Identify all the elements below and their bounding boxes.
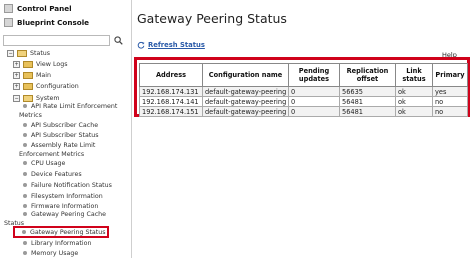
cell-configuration-name: default-gateway-peering bbox=[202, 96, 289, 107]
tree-node-label: Main bbox=[36, 71, 52, 79]
control-panel-link[interactable]: Control Panel bbox=[4, 2, 72, 14]
column-header-replication-offset: Replication offset bbox=[339, 63, 396, 87]
refresh-icon bbox=[137, 41, 145, 49]
search-icon bbox=[114, 36, 123, 45]
cell-link-status: ok bbox=[395, 86, 433, 97]
column-header-pending-updates: Pending updates bbox=[288, 63, 340, 87]
folder-icon bbox=[23, 82, 33, 90]
sidebar-item-label: Library Information bbox=[31, 239, 92, 247]
bullet-icon bbox=[23, 161, 27, 165]
tree-node-configuration[interactable]: + Configuration bbox=[13, 81, 79, 91]
cell-link-status: ok bbox=[395, 106, 433, 117]
navigation-sidebar: Control Panel Blueprint Console − Status… bbox=[0, 0, 132, 258]
tree-node-status[interactable]: − Status bbox=[7, 48, 50, 58]
column-header-configuration-name: Configuration name bbox=[202, 63, 289, 87]
sidebar-item-api-subscriber-cache[interactable]: API Subscriber Cache bbox=[22, 120, 98, 130]
tree-node-label: View Logs bbox=[36, 60, 68, 68]
cell-primary: no bbox=[432, 96, 468, 107]
table-row: 192.168.174.131 default-gateway-peering … bbox=[139, 86, 468, 97]
collapse-toggle[interactable]: − bbox=[13, 94, 20, 102]
sidebar-item-label: API Subscriber Cache bbox=[31, 121, 99, 129]
table-header-row: Address Configuration name Pending updat… bbox=[139, 63, 468, 87]
sidebar-item-filesystem[interactable]: Filesystem Information bbox=[22, 191, 103, 201]
blueprint-console-label: Blueprint Console bbox=[17, 17, 90, 27]
column-header-address: Address bbox=[139, 63, 203, 87]
folder-open-icon bbox=[17, 49, 27, 57]
bullet-icon bbox=[23, 103, 27, 108]
cell-pending-updates: 0 bbox=[288, 96, 340, 107]
cell-configuration-name: default-gateway-peering bbox=[202, 86, 289, 97]
cell-pending-updates: 0 bbox=[288, 106, 340, 117]
tree-node-label: Status bbox=[30, 49, 51, 57]
blueprint-console-icon bbox=[4, 17, 13, 27]
page-title: Gateway Peering Status bbox=[137, 11, 287, 26]
bullet-icon bbox=[23, 183, 27, 187]
sidebar-item-label: Failure Notification Status bbox=[31, 181, 112, 189]
cell-address: 192.168.174.151 bbox=[139, 106, 203, 117]
sidebar-item-api-rate-limit[interactable]: API Rate Limit Enforcement Metrics bbox=[19, 102, 127, 120]
sidebar-item-label: Firmware Information bbox=[31, 202, 99, 210]
folder-icon bbox=[23, 71, 33, 79]
tree-node-label: System bbox=[36, 94, 60, 102]
sidebar-item-cpu-usage[interactable]: CPU Usage bbox=[22, 158, 65, 168]
column-header-link-status: Link status bbox=[395, 63, 433, 87]
expand-toggle[interactable]: + bbox=[13, 82, 20, 90]
sidebar-item-assembly-rate-limit[interactable]: Assembly Rate Limit Enforcement Metrics bbox=[19, 141, 123, 159]
cell-pending-updates: 0 bbox=[288, 86, 340, 97]
blueprint-console-link[interactable]: Blueprint Console bbox=[4, 16, 89, 28]
bullet-icon bbox=[23, 211, 27, 216]
sidebar-item-label: API Subscriber Status bbox=[31, 131, 99, 139]
refresh-status-link[interactable]: Refresh Status bbox=[137, 39, 205, 51]
folder-icon bbox=[23, 60, 33, 68]
gateway-peering-table: Address Configuration name Pending updat… bbox=[139, 63, 468, 117]
control-panel-label: Control Panel bbox=[17, 3, 72, 13]
bullet-icon bbox=[23, 251, 27, 255]
sidebar-item-api-subscriber-status[interactable]: API Subscriber Status bbox=[22, 130, 99, 140]
sidebar-item-library-information[interactable]: Library Information bbox=[22, 238, 91, 248]
bullet-icon bbox=[22, 230, 26, 234]
expand-toggle[interactable]: + bbox=[13, 71, 20, 79]
cell-link-status: ok bbox=[395, 96, 433, 107]
bullet-icon bbox=[23, 194, 27, 198]
cell-primary: no bbox=[432, 106, 468, 117]
tree-node-main[interactable]: + Main bbox=[13, 70, 51, 80]
collapse-toggle[interactable]: − bbox=[7, 49, 14, 57]
cell-address: 192.168.174.131 bbox=[139, 86, 203, 97]
control-panel-icon bbox=[4, 3, 13, 13]
table-row: 192.168.174.141 default-gateway-peering … bbox=[139, 96, 468, 107]
sidebar-item-label: Memory Usage bbox=[31, 249, 79, 257]
sidebar-item-failure-notification[interactable]: Failure Notification Status bbox=[22, 180, 112, 190]
sidebar-item-label: API Rate Limit Enforcement Metrics bbox=[19, 103, 118, 119]
nav-search-button[interactable] bbox=[113, 35, 124, 46]
sidebar-item-label: Gateway Peering Status bbox=[30, 228, 106, 236]
bullet-icon bbox=[23, 133, 27, 137]
sidebar-item-label: Device Features bbox=[31, 170, 82, 178]
bullet-icon bbox=[23, 241, 27, 245]
cell-primary: yes bbox=[432, 86, 468, 97]
column-header-primary: Primary bbox=[432, 63, 468, 87]
cell-replication-offset: 56481 bbox=[339, 96, 396, 107]
bullet-icon bbox=[23, 123, 27, 127]
bullet-icon bbox=[23, 204, 27, 208]
tree-node-view-logs[interactable]: + View Logs bbox=[13, 59, 67, 69]
expand-toggle[interactable]: + bbox=[13, 60, 20, 68]
nav-search-input[interactable] bbox=[3, 35, 110, 46]
sidebar-item-label: Filesystem Information bbox=[31, 192, 103, 200]
sidebar-item-label: Assembly Rate Limit Enforcement Metrics bbox=[19, 142, 96, 158]
folder-open-icon bbox=[23, 94, 33, 102]
sidebar-item-label: Gateway Peering Cache Status bbox=[4, 211, 107, 227]
tree-node-label: Configuration bbox=[36, 82, 79, 90]
cell-replication-offset: 56635 bbox=[339, 86, 396, 97]
bullet-icon bbox=[23, 142, 27, 147]
sidebar-item-label: CPU Usage bbox=[31, 159, 66, 167]
sidebar-item-memory-usage[interactable]: Memory Usage bbox=[22, 248, 78, 258]
sidebar-item-gateway-peering-status[interactable]: Gateway Peering Status bbox=[13, 226, 109, 238]
sidebar-item-device-features[interactable]: Device Features bbox=[22, 169, 82, 179]
cell-address: 192.168.174.141 bbox=[139, 96, 203, 107]
table-row: 192.168.174.151 default-gateway-peering … bbox=[139, 106, 468, 117]
cell-replication-offset: 56481 bbox=[339, 106, 396, 117]
refresh-status-label: Refresh Status bbox=[148, 41, 205, 49]
cell-configuration-name: default-gateway-peering bbox=[202, 106, 289, 117]
bullet-icon bbox=[23, 172, 27, 176]
